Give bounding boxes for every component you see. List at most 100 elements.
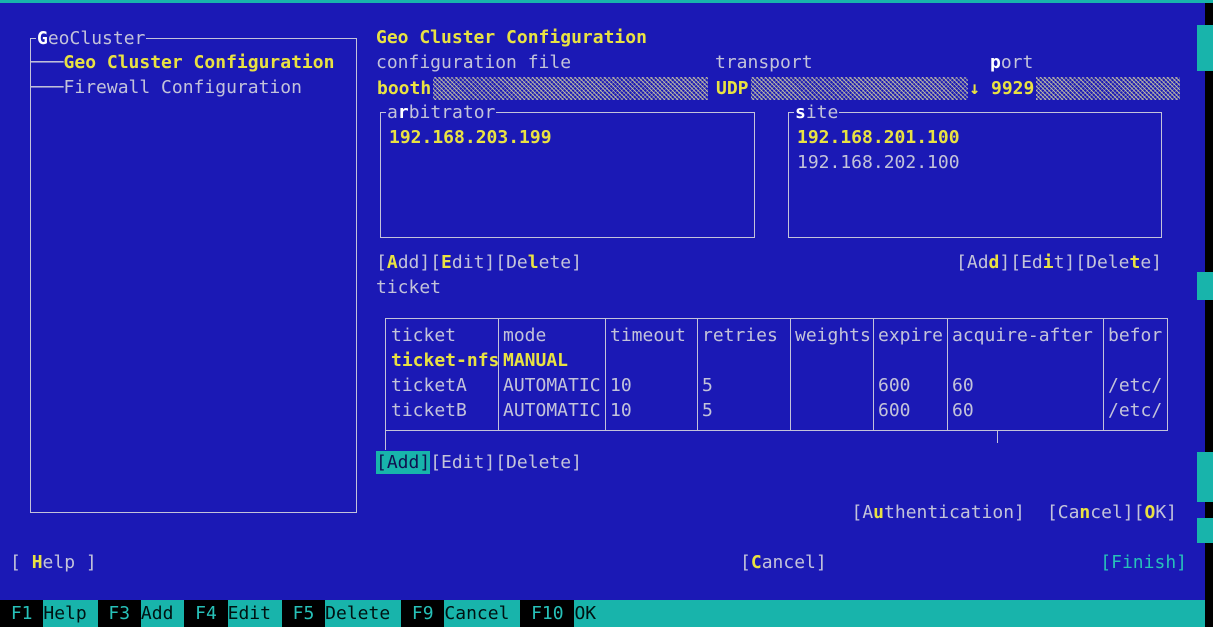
list-item[interactable]: 192.168.203.199 [389, 125, 754, 150]
text-part: t [1129, 252, 1140, 273]
text-part: [A [851, 502, 873, 523]
fkey-f4[interactable]: F4 [184, 600, 227, 627]
table-cell: 10 [605, 398, 697, 423]
help-button[interactable]: [ Help ] [10, 550, 97, 575]
add-button[interactable]: [Add] [376, 252, 430, 273]
edit-button[interactable]: [Edit] [430, 252, 495, 273]
text-part: [ [10, 552, 32, 573]
column-separator [605, 319, 606, 430]
table-cell: ticketB [386, 398, 498, 423]
add-button[interactable]: [Add] [956, 252, 1010, 273]
table-cell: /etc/ [1103, 398, 1167, 423]
fkey-label-add[interactable]: Add [141, 600, 184, 627]
table-cell: 600 [873, 398, 947, 423]
table-row[interactable]: ticket-nfsMANUAL [386, 348, 1167, 373]
delete-button[interactable]: [Delete] [495, 252, 582, 273]
configuration-file-input[interactable]: booth [376, 77, 708, 100]
dialog-action-row: [Authentication] [Cancel][OK] [851, 500, 1177, 525]
text-part: ] [999, 252, 1010, 273]
text-part: e] [1140, 252, 1162, 273]
fkey-f10[interactable]: F10 [520, 600, 574, 627]
text-part: Geo Cluster Configuration [64, 52, 335, 73]
text-part: thentication] [884, 502, 1025, 523]
col-header-weights: weights [790, 323, 873, 348]
scrollbar-thumb[interactable] [1197, 452, 1213, 502]
edit-button[interactable]: [Edit] [430, 452, 495, 473]
column-separator [790, 319, 791, 430]
scrollbar-thumb[interactable] [1197, 272, 1213, 300]
table-cell [947, 348, 1103, 373]
text-part: [ [376, 252, 387, 273]
port-value: 9929 [990, 77, 1036, 100]
authentication-button[interactable]: [Authentication] [851, 502, 1024, 523]
top-border-line [0, 0, 1213, 3]
col-header-expire: expire [873, 323, 947, 348]
fkey-f5[interactable]: F5 [282, 600, 325, 627]
table-cell: 60 [947, 373, 1103, 398]
arbitrator-listbox: arbitrator 192.168.203.199 [380, 112, 755, 238]
text-part: [Finish] [1100, 552, 1187, 573]
ticket-table-body: ticketmodetimeoutretriesweightsexpireacq… [386, 319, 1167, 430]
text-part: [De [495, 252, 528, 273]
tree-connector: ─── [31, 52, 64, 73]
table-cell: ticketA [386, 373, 498, 398]
fkey-f1[interactable]: F1 [0, 600, 43, 627]
scrollbar-thumb[interactable] [1197, 518, 1213, 543]
fkey-label-delete[interactable]: Delete [325, 600, 401, 627]
text-part: K] [1155, 502, 1177, 523]
text-part: dd] [398, 252, 431, 273]
configuration-file-label: configuration file [376, 50, 571, 75]
column-separator [697, 319, 698, 430]
col-header-befor: befor [1103, 323, 1167, 348]
tree-item-geo-cluster-configuration[interactable]: ───Geo Cluster Configuration [31, 50, 334, 75]
text-part: O [1144, 502, 1155, 523]
delete-button[interactable]: [Delete] [495, 452, 582, 473]
arbitrator-button-row: [Add][Edit][Delete] [376, 250, 582, 275]
table-cell: MANUAL [498, 348, 605, 373]
text-part: C [751, 552, 762, 573]
table-cell [1103, 348, 1167, 373]
text-part: u [873, 502, 884, 523]
port-input[interactable]: 9929 [990, 77, 1180, 100]
list-item[interactable]: 192.168.201.100 [797, 125, 1161, 150]
text-part: [Dele [1075, 252, 1129, 273]
col-header-mode: mode [498, 323, 605, 348]
ok-button[interactable]: [OK] [1134, 502, 1177, 523]
yast-terminal-screen: GeoCluster ───Geo Cluster Configuration … [0, 0, 1213, 627]
fkey-label-ok[interactable]: OK [574, 600, 596, 627]
add-button[interactable]: [Add] [376, 451, 430, 474]
col-header-retries: retries [697, 323, 790, 348]
transport-combobox[interactable]: UDP ↓ [715, 77, 982, 100]
col-header-acquire-after: acquire-after [947, 323, 1103, 348]
fkey-f9[interactable]: F9 [401, 600, 444, 627]
text-part: H [32, 552, 43, 573]
fkey-label-help[interactable]: Help [43, 600, 97, 627]
text-part: ort [1001, 52, 1034, 73]
dropdown-arrow-icon[interactable]: ↓ [968, 77, 982, 100]
tree-item-firewall-configuration[interactable]: ───Firewall Configuration [31, 75, 302, 100]
fkey-label-cancel[interactable]: Cancel [444, 600, 520, 627]
column-separator [498, 319, 499, 430]
text-part: [Edit] [430, 452, 495, 473]
text-part: elp ] [43, 552, 97, 573]
text-part: G [37, 28, 48, 49]
scrollbar-thumb[interactable] [1197, 25, 1213, 71]
tree-item-label: Geo Cluster Configuration [64, 52, 335, 73]
table-row[interactable]: ticketBAUTOMATIC10560060/etc/ [386, 398, 1167, 423]
edit-button[interactable]: [Edit] [1010, 252, 1075, 273]
text-part: ete] [539, 252, 582, 273]
cancel-button[interactable]: [Cancel] [1047, 502, 1134, 523]
column-separator [947, 319, 948, 430]
table-row[interactable]: ticketAAUTOMATIC10560060/etc/ [386, 373, 1167, 398]
tree-title: GeoCluster [36, 26, 146, 51]
ticket-section-label: ticket [376, 275, 441, 300]
fkey-label-edit[interactable]: Edit [228, 600, 282, 627]
delete-button[interactable]: [Delete] [1075, 252, 1162, 273]
fkey-f3[interactable]: F3 [98, 600, 141, 627]
text-part: [Ca [1047, 502, 1080, 523]
col-header-timeout: timeout [605, 323, 697, 348]
table-cell [790, 398, 873, 423]
finish-button[interactable]: [Finish] [1100, 550, 1187, 575]
list-item[interactable]: 192.168.202.100 [797, 150, 1161, 175]
cancel-button[interactable]: [Cancel] [740, 550, 827, 575]
